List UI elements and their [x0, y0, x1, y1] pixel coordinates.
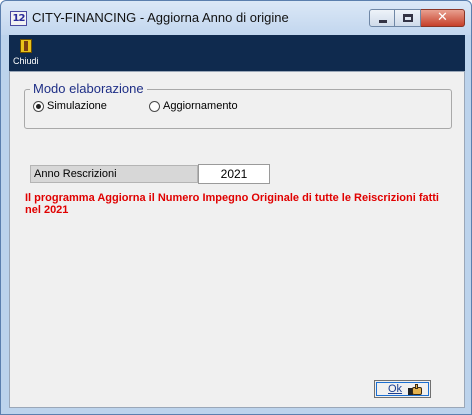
close-window-button[interactable]: ✕ [421, 9, 465, 27]
chiudi-label: Chiudi [13, 56, 39, 66]
mode-group-legend: Modo elaborazione [30, 81, 147, 96]
radio-simulazione[interactable]: Simulazione [33, 100, 107, 112]
warning-message: Il programma Aggiorna il Numero Impegno … [25, 192, 439, 216]
radio-dot [36, 103, 41, 109]
window-controls: ✕ [369, 9, 465, 27]
window-title: CITY-FINANCING - Aggiorna Anno di origin… [32, 10, 289, 25]
title-bar[interactable]: 12 CITY-FINANCING - Aggiorna Anno di ori… [1, 1, 471, 35]
door-exit-icon [20, 39, 32, 53]
form-area: Modo elaborazione Simulazione Aggiorname… [9, 71, 465, 408]
radio-aggiornamento-label: Aggiornamento [163, 100, 238, 112]
toolbar: Chiudi [9, 35, 465, 71]
close-icon: ✕ [437, 10, 448, 25]
radio-unselected-icon [149, 100, 160, 112]
ok-button[interactable]: Ok [374, 380, 431, 398]
anno-input[interactable]: 2021 [198, 164, 270, 184]
app-icon: 12 [10, 11, 27, 26]
minimize-icon [379, 20, 387, 23]
maximize-icon [403, 14, 413, 22]
chiudi-button[interactable]: Chiudi [11, 36, 45, 70]
anno-label: Anno Rescrizioni [30, 165, 198, 183]
app-window: 12 CITY-FINANCING - Aggiorna Anno di ori… [0, 0, 472, 415]
radio-selected-icon [33, 100, 44, 112]
maximize-button[interactable] [395, 9, 421, 27]
minimize-button[interactable] [369, 9, 395, 27]
thumbs-up-hand-icon [408, 383, 424, 395]
radio-aggiornamento[interactable]: Aggiornamento [149, 100, 238, 112]
mode-groupbox: Modo elaborazione Simulazione Aggiorname… [24, 81, 452, 129]
ok-label: Ok [388, 383, 403, 395]
radio-simulazione-label: Simulazione [47, 100, 107, 112]
